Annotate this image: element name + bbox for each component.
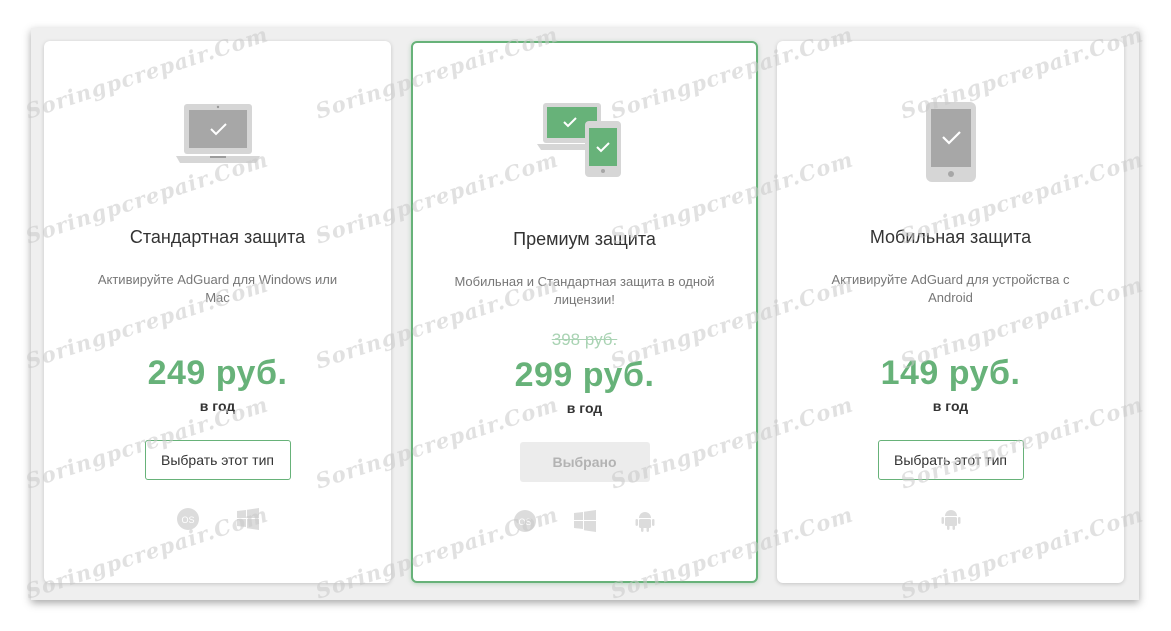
- plan-description: Активируйте AdGuard для устройства с And…: [831, 272, 1070, 305]
- plan-price: 299 руб.: [514, 356, 655, 394]
- plan-price: 249 руб.: [147, 354, 288, 392]
- plan-card-premium[interactable]: Премиум защита Мобильная и Стандартная з…: [411, 41, 758, 583]
- macos-icon: OS: [512, 508, 538, 534]
- platform-list: [777, 506, 1124, 532]
- macos-icon: OS: [175, 506, 201, 532]
- plan-period: в год: [199, 398, 236, 414]
- plan-period: в год: [932, 398, 969, 414]
- choose-plan-button[interactable]: Выбрать этот тип: [144, 440, 291, 480]
- plan-card-mobile[interactable]: Мобильная защита Активируйте AdGuard для…: [777, 41, 1124, 583]
- plan-title: Премиум защита: [513, 229, 656, 249]
- selected-plan-button[interactable]: Выбрано: [519, 442, 650, 482]
- svg-text:OS: OS: [181, 515, 194, 525]
- plan-old-price: 398 руб.: [551, 330, 618, 349]
- laptop-and-phone-icon: [413, 101, 756, 191]
- plan-price: 149 руб.: [880, 354, 1021, 392]
- platform-list: OS: [413, 508, 756, 534]
- plan-description: Активируйте AdGuard для Windows или Mac: [97, 272, 338, 305]
- laptop-icon: [44, 101, 391, 191]
- plan-card-standard[interactable]: Стандартная защита Активируйте AdGuard д…: [44, 41, 391, 583]
- pricing-panel: Стандартная защита Активируйте AdGuard д…: [31, 28, 1139, 600]
- windows-icon: [235, 506, 261, 532]
- plan-period: в год: [566, 400, 603, 416]
- android-icon: [632, 508, 658, 534]
- phone-icon: [777, 101, 1124, 191]
- windows-icon: [572, 508, 598, 534]
- platform-list: OS: [44, 506, 391, 532]
- plan-title: Мобильная защита: [869, 227, 1032, 247]
- choose-plan-button[interactable]: Выбрать этот тип: [877, 440, 1024, 480]
- plan-description: Мобильная и Стандартная защита в одной л…: [454, 274, 715, 307]
- plan-title: Стандартная защита: [129, 227, 306, 247]
- android-icon: [938, 506, 964, 532]
- svg-text:OS: OS: [518, 517, 531, 527]
